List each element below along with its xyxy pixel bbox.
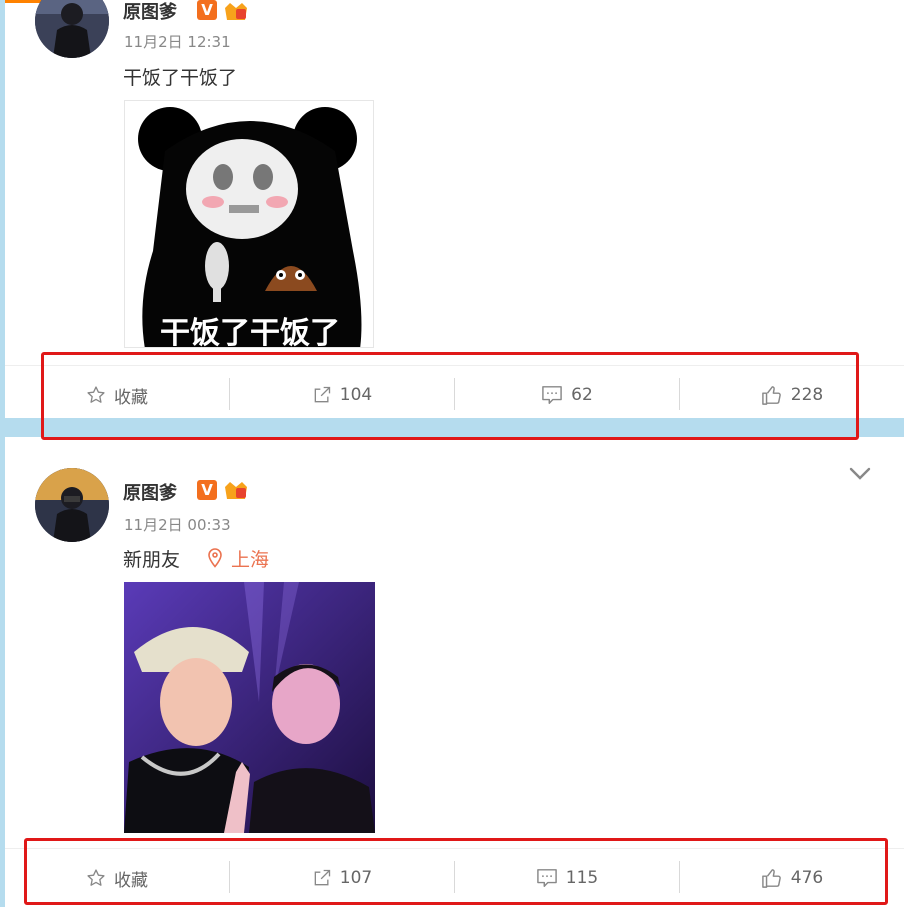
like-count: 476 (790, 868, 824, 888)
star-icon (87, 386, 105, 403)
comment-button[interactable]: 62 (455, 366, 679, 424)
post-text: 干饭了干饭了 (123, 67, 238, 89)
thumbs-up-icon (761, 869, 781, 888)
star-icon (87, 869, 105, 886)
username[interactable]: 原图爹 (123, 0, 177, 24)
favorite-button[interactable]: 收藏 (5, 849, 229, 907)
like-button[interactable]: 228 (680, 366, 904, 424)
like-button[interactable]: 476 (680, 849, 904, 907)
repost-count: 107 (339, 868, 373, 888)
repost-button[interactable]: 107 (230, 849, 454, 907)
avatar[interactable] (35, 468, 109, 542)
image-caption: 干饭了干饭了 (160, 316, 340, 348)
thumbs-up-icon (761, 386, 781, 405)
share-icon (314, 386, 330, 403)
action-bar: 收藏 107 115 476 (5, 848, 904, 907)
location-label: 上海 (231, 549, 270, 571)
action-bar: 收藏 104 62 228 (5, 365, 904, 424)
verified-badge-icon: V (197, 480, 217, 500)
location-pin-icon (208, 548, 222, 568)
comment-button[interactable]: 115 (455, 849, 679, 907)
location-link[interactable]: 上海 (207, 545, 269, 572)
verified-badge-icon: V (197, 0, 217, 20)
chevron-down-icon[interactable] (849, 467, 871, 481)
post-card: 原图爹 V 11月2日 12:31 干饭了干饭了 干饭了干饭了 收藏 104 6… (5, 0, 904, 418)
favorite-button[interactable]: 收藏 (5, 366, 229, 424)
member-level-icon (225, 482, 247, 499)
comment-count: 115 (565, 868, 599, 888)
repost-button[interactable]: 104 (230, 366, 454, 424)
share-icon (314, 869, 330, 886)
username[interactable]: 原图爹 (123, 479, 177, 505)
post-text: 新朋友 (123, 549, 181, 571)
comment-icon (536, 869, 557, 887)
post-image[interactable]: 干饭了干饭了 (124, 100, 374, 348)
comment-count: 62 (571, 385, 593, 405)
comment-icon (542, 386, 562, 404)
favorite-label: 收藏 (114, 870, 148, 891)
post-time[interactable]: 11月2日 12:31 (124, 31, 231, 52)
like-count: 228 (790, 385, 824, 405)
avatar[interactable] (35, 0, 109, 58)
post-time[interactable]: 11月2日 00:33 (124, 514, 231, 535)
post-image[interactable] (124, 582, 375, 833)
favorite-label: 收藏 (114, 387, 148, 408)
member-level-icon (225, 3, 247, 20)
repost-count: 104 (339, 385, 373, 405)
